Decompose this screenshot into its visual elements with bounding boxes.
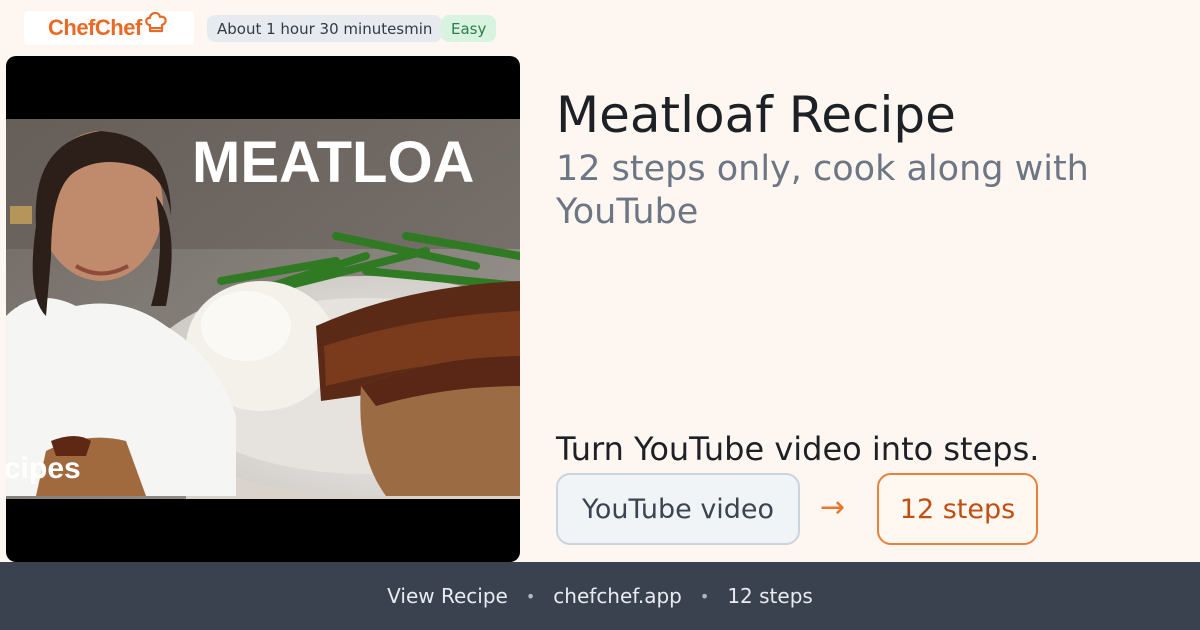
video-thumbnail[interactable]: MEATLOA cipes	[6, 56, 520, 562]
recipe-subtitle: 12 steps only, cook along with YouTube	[556, 149, 1089, 232]
cook-time-badge: About 1 hour 30 minutesmin	[207, 15, 443, 42]
steps-chip[interactable]: 12 steps	[877, 473, 1038, 545]
footer-bar: View Recipe • chefchef.app • 12 steps	[0, 562, 1200, 630]
site-link[interactable]: chefchef.app	[553, 584, 682, 608]
steps-count-link[interactable]: 12 steps	[727, 584, 813, 608]
footer-separator: •	[699, 586, 710, 606]
footer-separator: •	[525, 586, 536, 606]
view-recipe-link[interactable]: View Recipe	[387, 584, 508, 608]
difficulty-badge: Easy	[441, 15, 497, 42]
brand-name: ChefChef	[48, 15, 142, 40]
thumbnail-corner-text: cipes	[6, 452, 81, 485]
recipe-title: Meatloaf Recipe	[556, 86, 956, 144]
conversion-tagline: Turn YouTube video into steps.	[556, 430, 1040, 468]
brand-logo[interactable]: ChefChef	[24, 11, 194, 45]
arrow-right-icon: →	[820, 490, 846, 525]
chef-hat-icon	[144, 11, 167, 33]
thumbnail-overlay-title: MEATLOA	[192, 130, 474, 195]
thumbnail-image: MEATLOA cipes	[6, 119, 520, 499]
youtube-video-chip[interactable]: YouTube video	[556, 473, 800, 545]
